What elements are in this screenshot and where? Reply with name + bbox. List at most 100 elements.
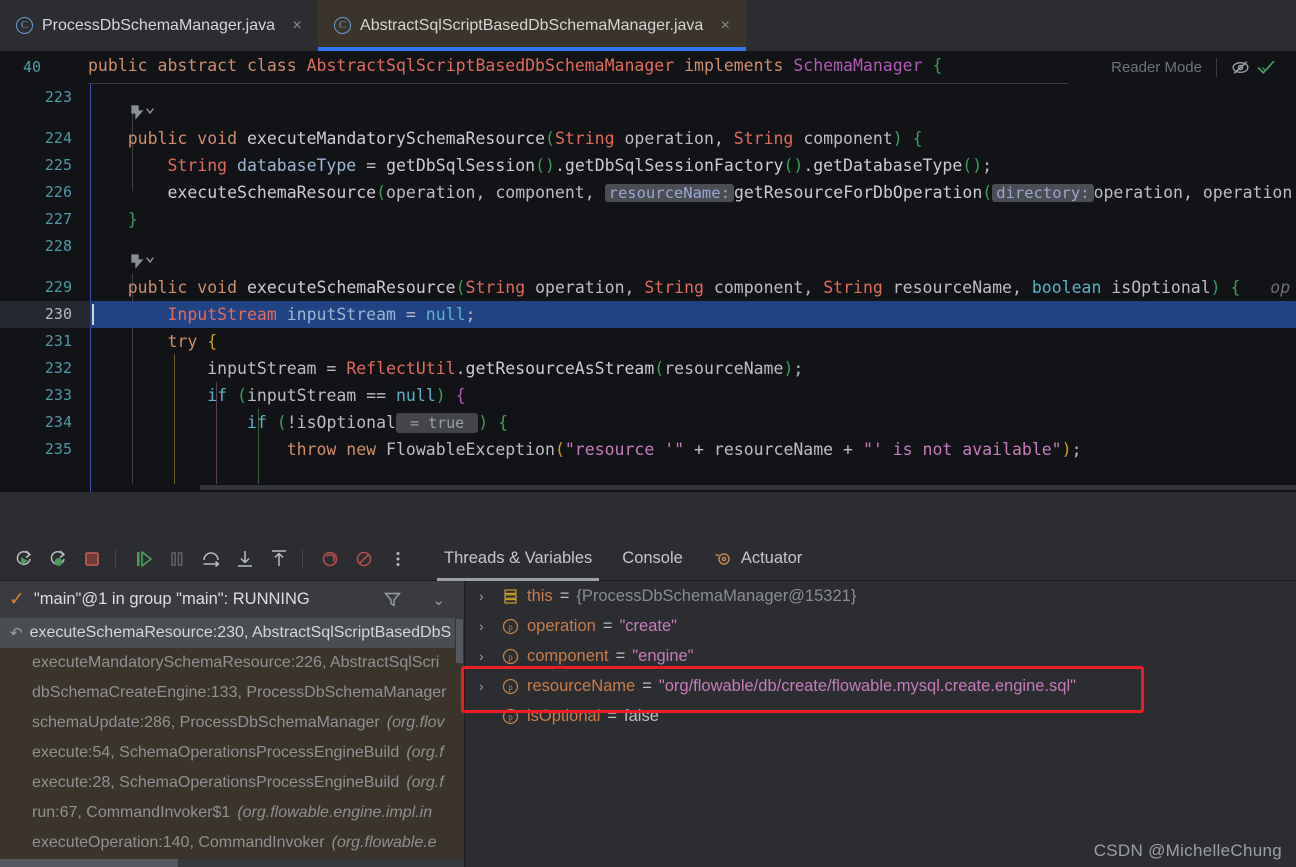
code-line[interactable]: 225 String databaseType = getDbSqlSessio… bbox=[0, 152, 1296, 179]
call-stack-frame[interactable]: executeMandatorySchemaResource:226, Abst… bbox=[0, 648, 464, 678]
line-number[interactable]: 223 bbox=[0, 84, 72, 111]
debug-tab-bar: Threads & Variables Console Actuator bbox=[429, 537, 817, 581]
line-number[interactable]: 231 bbox=[0, 328, 72, 355]
reader-mode-label[interactable]: Reader Mode bbox=[1111, 59, 1216, 76]
code-token: ( bbox=[237, 386, 247, 405]
call-stack-frame[interactable]: dbSchemaCreateEngine:133, ProcessDbSchem… bbox=[0, 678, 464, 708]
hidden-eye-icon[interactable] bbox=[1230, 57, 1256, 78]
frames-vertical-scrollbar-thumb[interactable] bbox=[456, 619, 463, 663]
code-token: public bbox=[88, 56, 148, 75]
expand-chevron-icon[interactable]: › bbox=[479, 678, 501, 694]
resume-program-button[interactable] bbox=[127, 543, 158, 574]
sticky-line-number: 40 bbox=[23, 58, 42, 76]
code-line[interactable]: 223 bbox=[0, 84, 1296, 111]
code-line[interactable]: 227 } bbox=[0, 206, 1296, 233]
line-number[interactable]: 234 bbox=[0, 409, 72, 436]
code-token: ( bbox=[654, 359, 665, 378]
code-line[interactable]: 229 public void executeSchemaResource(St… bbox=[0, 274, 1296, 301]
variable-row[interactable]: p isOptional = false bbox=[465, 701, 1296, 731]
tab-console[interactable]: Console bbox=[607, 537, 698, 581]
variables-panel[interactable]: › this = {ProcessDbSchemaManager@15321} › p op… bbox=[465, 581, 1296, 867]
run-gutter-icon[interactable] bbox=[128, 103, 158, 123]
expand-chevron-icon[interactable]: › bbox=[479, 618, 501, 634]
code-token: ; bbox=[1071, 440, 1082, 459]
step-out-button[interactable] bbox=[263, 543, 294, 574]
rerun-debug-button[interactable] bbox=[42, 543, 73, 574]
tab-threads-and-variables[interactable]: Threads & Variables bbox=[429, 537, 607, 581]
frames-panel[interactable]: ✓ "main"@1 in group "main": RUNNING ⌄ ↶ e… bbox=[0, 581, 464, 867]
editor-horizontal-scrollbar-thumb[interactable] bbox=[200, 485, 1296, 490]
filter-icon[interactable] bbox=[383, 590, 402, 609]
rerun-button[interactable] bbox=[8, 543, 39, 574]
line-number[interactable]: 227 bbox=[0, 206, 72, 233]
editor-tab-abstract-sql-script-based-db-schema-manager[interactable]: C AbstractSqlScriptBasedDbSchemaManager.… bbox=[318, 0, 747, 51]
variable-row[interactable]: › p operation = "create" bbox=[465, 611, 1296, 641]
code-line[interactable]: 233 if (inputStream == null) { bbox=[0, 382, 1296, 409]
step-over-button[interactable] bbox=[195, 543, 226, 574]
more-options-button[interactable] bbox=[382, 543, 413, 574]
line-number[interactable]: 225 bbox=[0, 152, 72, 179]
call-stack-frame[interactable]: ↶ executeSchemaResource:230, AbstractSqlS… bbox=[0, 618, 464, 648]
stop-button[interactable] bbox=[76, 543, 107, 574]
editor-tab-bar: C ProcessDbSchemaManager.java × C Abstra… bbox=[0, 0, 1296, 51]
expand-chevron-icon[interactable]: › bbox=[479, 648, 501, 664]
code-token: ( bbox=[554, 440, 565, 459]
tab-label: Actuator bbox=[740, 549, 803, 567]
variable-row[interactable]: › p resourceName = "org/flowable/db/create/f… bbox=[465, 671, 1296, 701]
expand-chevron-icon[interactable]: › bbox=[479, 588, 501, 604]
code-editor[interactable]: 223 224 public void executeMandatorySchem… bbox=[0, 84, 1296, 492]
line-number[interactable]: 226 bbox=[0, 179, 72, 206]
code-token: !isOptional bbox=[286, 413, 396, 432]
call-stack-frame[interactable]: execute:28, SchemaOperationsProcessEngin… bbox=[0, 768, 464, 798]
actuator-icon bbox=[713, 549, 733, 569]
call-stack-frame[interactable]: run:67, CommandInvoker$1 (org.flowable.en… bbox=[0, 798, 464, 828]
step-into-button[interactable] bbox=[229, 543, 260, 574]
line-number[interactable]: 230 bbox=[0, 301, 72, 328]
close-icon[interactable]: × bbox=[718, 17, 732, 35]
code-line-text: public void executeSchemaResource(String… bbox=[88, 274, 1290, 301]
code-line[interactable]: 234 if (!isOptional = true ) { bbox=[0, 409, 1296, 436]
editor-tab-process-db-schema-manager[interactable]: C ProcessDbSchemaManager.java × bbox=[0, 0, 318, 51]
text-caret bbox=[92, 304, 94, 325]
code-token: public bbox=[127, 129, 188, 148]
chevron-down-icon[interactable]: ⌄ bbox=[432, 591, 445, 609]
line-number[interactable]: 232 bbox=[0, 355, 72, 382]
call-stack-frame[interactable]: execute:54, SchemaOperationsProcessEngin… bbox=[0, 738, 464, 768]
frame-method-label: schemaUpdate:286, ProcessDbSchemaManager bbox=[32, 714, 380, 731]
line-number[interactable]: 229 bbox=[0, 274, 72, 301]
code-line[interactable]: 230 InputStream inputStream = null; bbox=[0, 301, 1296, 328]
call-stack-frame[interactable]: schemaUpdate:286, ProcessDbSchemaManager… bbox=[0, 708, 464, 738]
call-stack-frame[interactable]: executeOperation:140, CommandInvoker (org… bbox=[0, 828, 464, 858]
code-token: class bbox=[246, 56, 297, 75]
line-number[interactable]: 224 bbox=[0, 125, 72, 152]
frames-horizontal-scrollbar-thumb[interactable] bbox=[0, 859, 178, 867]
code-line[interactable]: 232 inputStream = ReflectUtil.getResourc… bbox=[0, 355, 1296, 382]
code-line[interactable]: 228 bbox=[0, 233, 1296, 260]
code-token: operation bbox=[386, 183, 476, 202]
call-stack-list[interactable]: ↶ executeSchemaResource:230, AbstractSqlS… bbox=[0, 618, 464, 867]
thread-selector[interactable]: ✓ "main"@1 in group "main": RUNNING ⌄ bbox=[0, 581, 464, 618]
code-line[interactable]: 231 try { bbox=[0, 328, 1296, 355]
tab-actuator[interactable]: Actuator bbox=[698, 537, 817, 581]
variable-row[interactable]: › p component = "engine" bbox=[465, 641, 1296, 671]
code-line-text: if (inputStream == null) { bbox=[88, 382, 465, 409]
variable-row[interactable]: › this = {ProcessDbSchemaManager@15321} bbox=[465, 581, 1296, 611]
close-icon[interactable]: × bbox=[290, 17, 304, 35]
view-breakpoints-button[interactable] bbox=[314, 543, 345, 574]
line-number[interactable]: 233 bbox=[0, 382, 72, 409]
frame-package-label: (org.flowable.e bbox=[331, 834, 437, 851]
mute-breakpoints-button[interactable] bbox=[348, 543, 379, 574]
line-number[interactable]: 235 bbox=[0, 436, 72, 463]
inspections-ok-icon[interactable] bbox=[1256, 57, 1282, 78]
code-line[interactable]: 235 throw new FlowableException("resourc… bbox=[0, 436, 1296, 463]
line-number[interactable]: 228 bbox=[0, 233, 72, 260]
code-token: . bbox=[455, 359, 466, 378]
run-gutter-icon[interactable] bbox=[128, 252, 158, 272]
code-line[interactable]: 226 executeSchemaResource(operation, com… bbox=[0, 179, 1296, 206]
code-line[interactable]: 224 public void executeMandatorySchemaRe… bbox=[0, 125, 1296, 152]
frame-method-label: executeMandatorySchemaResource:226, Abst… bbox=[32, 654, 440, 671]
frame-current-icon: ↶ bbox=[10, 625, 23, 642]
